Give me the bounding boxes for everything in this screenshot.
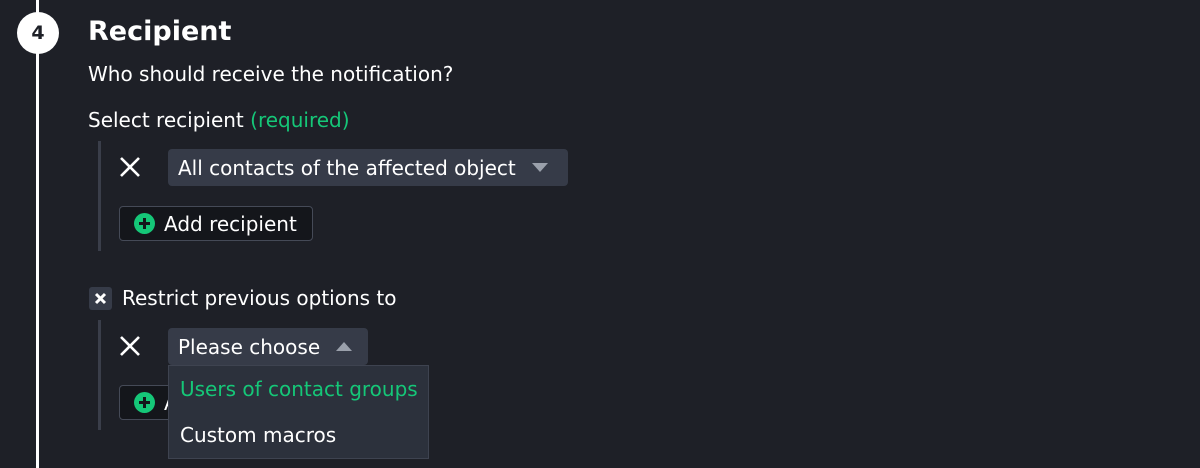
triangle-up-icon — [336, 342, 353, 351]
required-marker: (required) — [250, 108, 350, 132]
select-recipient-text: Select recipient — [88, 108, 244, 132]
recipient-select-value: All contacts of the affected object — [178, 155, 516, 180]
plus-circle-icon — [134, 213, 155, 234]
recipient-select[interactable]: All contacts of the affected object — [168, 149, 568, 186]
page-subtitle: Who should receive the notification? — [88, 62, 454, 86]
restrict-checkbox[interactable] — [89, 287, 112, 310]
menu-item-custom-macros[interactable]: Custom macros — [180, 423, 336, 447]
step-number-badge: 4 — [17, 12, 59, 54]
restrict-label: Restrict previous options to — [122, 286, 397, 310]
page-title: Recipient — [88, 16, 232, 47]
restrict-select-value: Please choose — [178, 334, 321, 359]
restrict-dropdown-menu: Users of contact groups Custom macros — [168, 365, 429, 459]
close-icon[interactable] — [118, 155, 142, 179]
step-number: 4 — [31, 22, 45, 44]
restrict-select[interactable]: Please choose — [168, 328, 368, 365]
menu-item-users-of-contact-groups[interactable]: Users of contact groups — [180, 377, 418, 401]
restrict-group-bar — [98, 320, 101, 430]
plus-circle-icon — [134, 392, 155, 413]
select-recipient-label: Select recipient (required) — [88, 108, 350, 132]
close-icon[interactable] — [118, 334, 142, 358]
triangle-down-icon — [531, 163, 548, 172]
step-timeline-line — [36, 0, 39, 468]
add-recipient-label: Add recipient — [164, 211, 297, 236]
checkmark-x-icon — [94, 292, 107, 305]
recipient-group-bar — [98, 141, 101, 251]
add-recipient-button[interactable]: Add recipient — [119, 206, 313, 241]
